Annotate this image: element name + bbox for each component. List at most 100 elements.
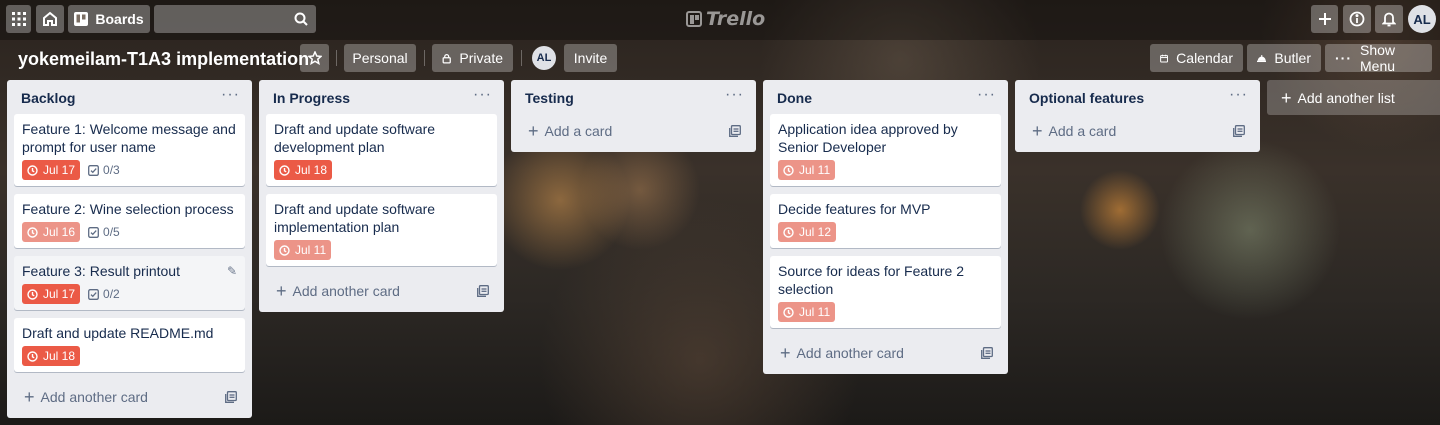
- avatar-initials: AL: [1413, 11, 1431, 27]
- add-list-button[interactable]: + Add another list: [1267, 80, 1440, 115]
- list-title[interactable]: In Progress: [273, 90, 350, 114]
- boards-button[interactable]: Boards: [68, 5, 150, 33]
- butler-icon: [1257, 55, 1267, 63]
- due-date-badge[interactable]: Jul 11: [778, 302, 836, 322]
- calendar-button[interactable]: Calendar: [1150, 44, 1243, 72]
- card-template-icon[interactable]: [477, 285, 489, 297]
- list-header: Optional features ···: [1015, 80, 1260, 114]
- boards-label: Boards: [95, 11, 144, 27]
- trello-logo-icon: [686, 11, 702, 27]
- board-title[interactable]: yokemeilam-T1A3 implementation: [18, 47, 309, 71]
- list-menu-icon[interactable]: ···: [1229, 87, 1248, 114]
- boards-icon: [74, 12, 89, 26]
- checklist-count: 0/5: [103, 225, 120, 239]
- add-card-button[interactable]: + Add a card: [518, 114, 749, 148]
- due-date: Jul 12: [799, 225, 832, 239]
- card-template-icon[interactable]: [225, 391, 237, 403]
- list-title[interactable]: Optional features: [1029, 90, 1144, 114]
- card-title: Draft and update software implementation…: [274, 201, 436, 235]
- more-dots-icon: ···: [1335, 50, 1352, 66]
- card-title: Feature 1: Welcome message and prompt fo…: [22, 121, 236, 155]
- card[interactable]: Draft and update README.md Jul 18: [14, 318, 245, 372]
- list-menu-icon[interactable]: ···: [473, 87, 492, 114]
- add-card-button[interactable]: + Add another card: [14, 380, 245, 414]
- add-card-button[interactable]: + Add a card: [1022, 114, 1253, 148]
- due-date: Jul 11: [799, 163, 831, 177]
- due-date-badge[interactable]: Jul 17: [22, 284, 81, 304]
- butler-button[interactable]: Butler: [1247, 44, 1321, 72]
- card[interactable]: Feature 2: Wine selection process Jul 16…: [14, 194, 245, 248]
- card[interactable]: ✎ Feature 3: Result printout Jul 17 0/2: [14, 256, 245, 310]
- list-title[interactable]: Backlog: [21, 90, 75, 114]
- apps-grid-icon: [11, 12, 26, 26]
- list-menu-icon[interactable]: ···: [725, 87, 744, 114]
- due-date-badge[interactable]: Jul 17: [22, 160, 81, 180]
- due-date: Jul 16: [43, 225, 76, 239]
- edit-pencil-icon[interactable]: ✎: [227, 264, 237, 278]
- create-button[interactable]: [1311, 5, 1338, 33]
- checklist-icon: [88, 288, 99, 300]
- clock-icon: [27, 288, 38, 300]
- list-menu-icon[interactable]: ···: [221, 87, 240, 114]
- list-header: Done ···: [763, 80, 1008, 114]
- invite-button[interactable]: Invite: [564, 44, 617, 72]
- add-card-label: Add another card: [40, 389, 148, 405]
- butler-label: Butler: [1274, 50, 1311, 66]
- list-testing: Testing ··· + Add a card: [511, 80, 756, 152]
- due-date-badge[interactable]: Jul 11: [778, 160, 836, 180]
- apps-button[interactable]: [6, 5, 31, 33]
- member-avatar[interactable]: AL: [532, 46, 556, 70]
- due-date-badge[interactable]: Jul 16: [22, 222, 81, 242]
- card-template-icon[interactable]: [729, 125, 741, 137]
- list-title[interactable]: Done: [777, 90, 812, 114]
- header-divider: [521, 50, 522, 66]
- calendar-label: Calendar: [1176, 50, 1233, 66]
- clock-icon: [783, 306, 794, 318]
- home-icon: [43, 11, 57, 26]
- card[interactable]: Application idea approved by Senior Deve…: [770, 114, 1001, 186]
- list-done: Done ··· Application idea approved by Se…: [763, 80, 1008, 374]
- due-date-badge[interactable]: Jul 18: [22, 346, 81, 366]
- team-visibility-button[interactable]: Personal: [344, 44, 416, 72]
- checklist-badge: 0/2: [88, 287, 120, 301]
- due-date-badge[interactable]: Jul 18: [274, 160, 333, 180]
- card-template-icon[interactable]: [981, 347, 993, 359]
- add-card-button[interactable]: + Add another card: [266, 274, 497, 308]
- top-header: Boards Trello AL: [0, 0, 1440, 40]
- card[interactable]: Decide features for MVP Jul 12: [770, 194, 1001, 248]
- search-input[interactable]: [154, 5, 316, 33]
- list-title[interactable]: Testing: [525, 90, 574, 114]
- header-divider: [424, 50, 425, 66]
- clock-icon: [27, 226, 38, 238]
- due-date-badge[interactable]: Jul 11: [274, 240, 332, 260]
- home-button[interactable]: [36, 5, 64, 33]
- privacy-button[interactable]: Private: [432, 44, 513, 72]
- card[interactable]: Feature 1: Welcome message and prompt fo…: [14, 114, 245, 186]
- card[interactable]: Draft and update software development pl…: [266, 114, 497, 186]
- notifications-button[interactable]: [1375, 5, 1403, 33]
- info-button[interactable]: [1343, 5, 1371, 33]
- checklist-icon: [88, 226, 99, 238]
- card-title: Source for ideas for Feature 2 selection: [778, 263, 964, 297]
- card[interactable]: Source for ideas for Feature 2 selection…: [770, 256, 1001, 328]
- due-date: Jul 11: [295, 243, 327, 257]
- user-avatar[interactable]: AL: [1408, 5, 1436, 33]
- due-date: Jul 18: [43, 349, 76, 363]
- list-menu-icon[interactable]: ···: [977, 87, 996, 114]
- trello-logo[interactable]: Trello: [686, 8, 765, 30]
- card-template-icon[interactable]: [1233, 125, 1245, 137]
- info-icon: [1349, 11, 1365, 27]
- list-backlog: Backlog ··· Feature 1: Welcome message a…: [7, 80, 252, 418]
- bell-icon: [1382, 12, 1396, 27]
- list-header: In Progress ···: [259, 80, 504, 114]
- card-title: Decide features for MVP: [778, 201, 931, 217]
- add-card-label: Add another card: [292, 283, 400, 299]
- star-button[interactable]: [300, 44, 329, 72]
- card-title: Draft and update README.md: [22, 325, 214, 341]
- show-menu-button[interactable]: ··· Show Menu: [1325, 42, 1432, 74]
- add-card-button[interactable]: + Add another card: [770, 336, 1001, 370]
- team-visibility-label: Personal: [352, 50, 408, 66]
- due-date-badge[interactable]: Jul 12: [778, 222, 837, 242]
- plus-icon: +: [528, 121, 539, 141]
- card[interactable]: Draft and update software implementation…: [266, 194, 497, 266]
